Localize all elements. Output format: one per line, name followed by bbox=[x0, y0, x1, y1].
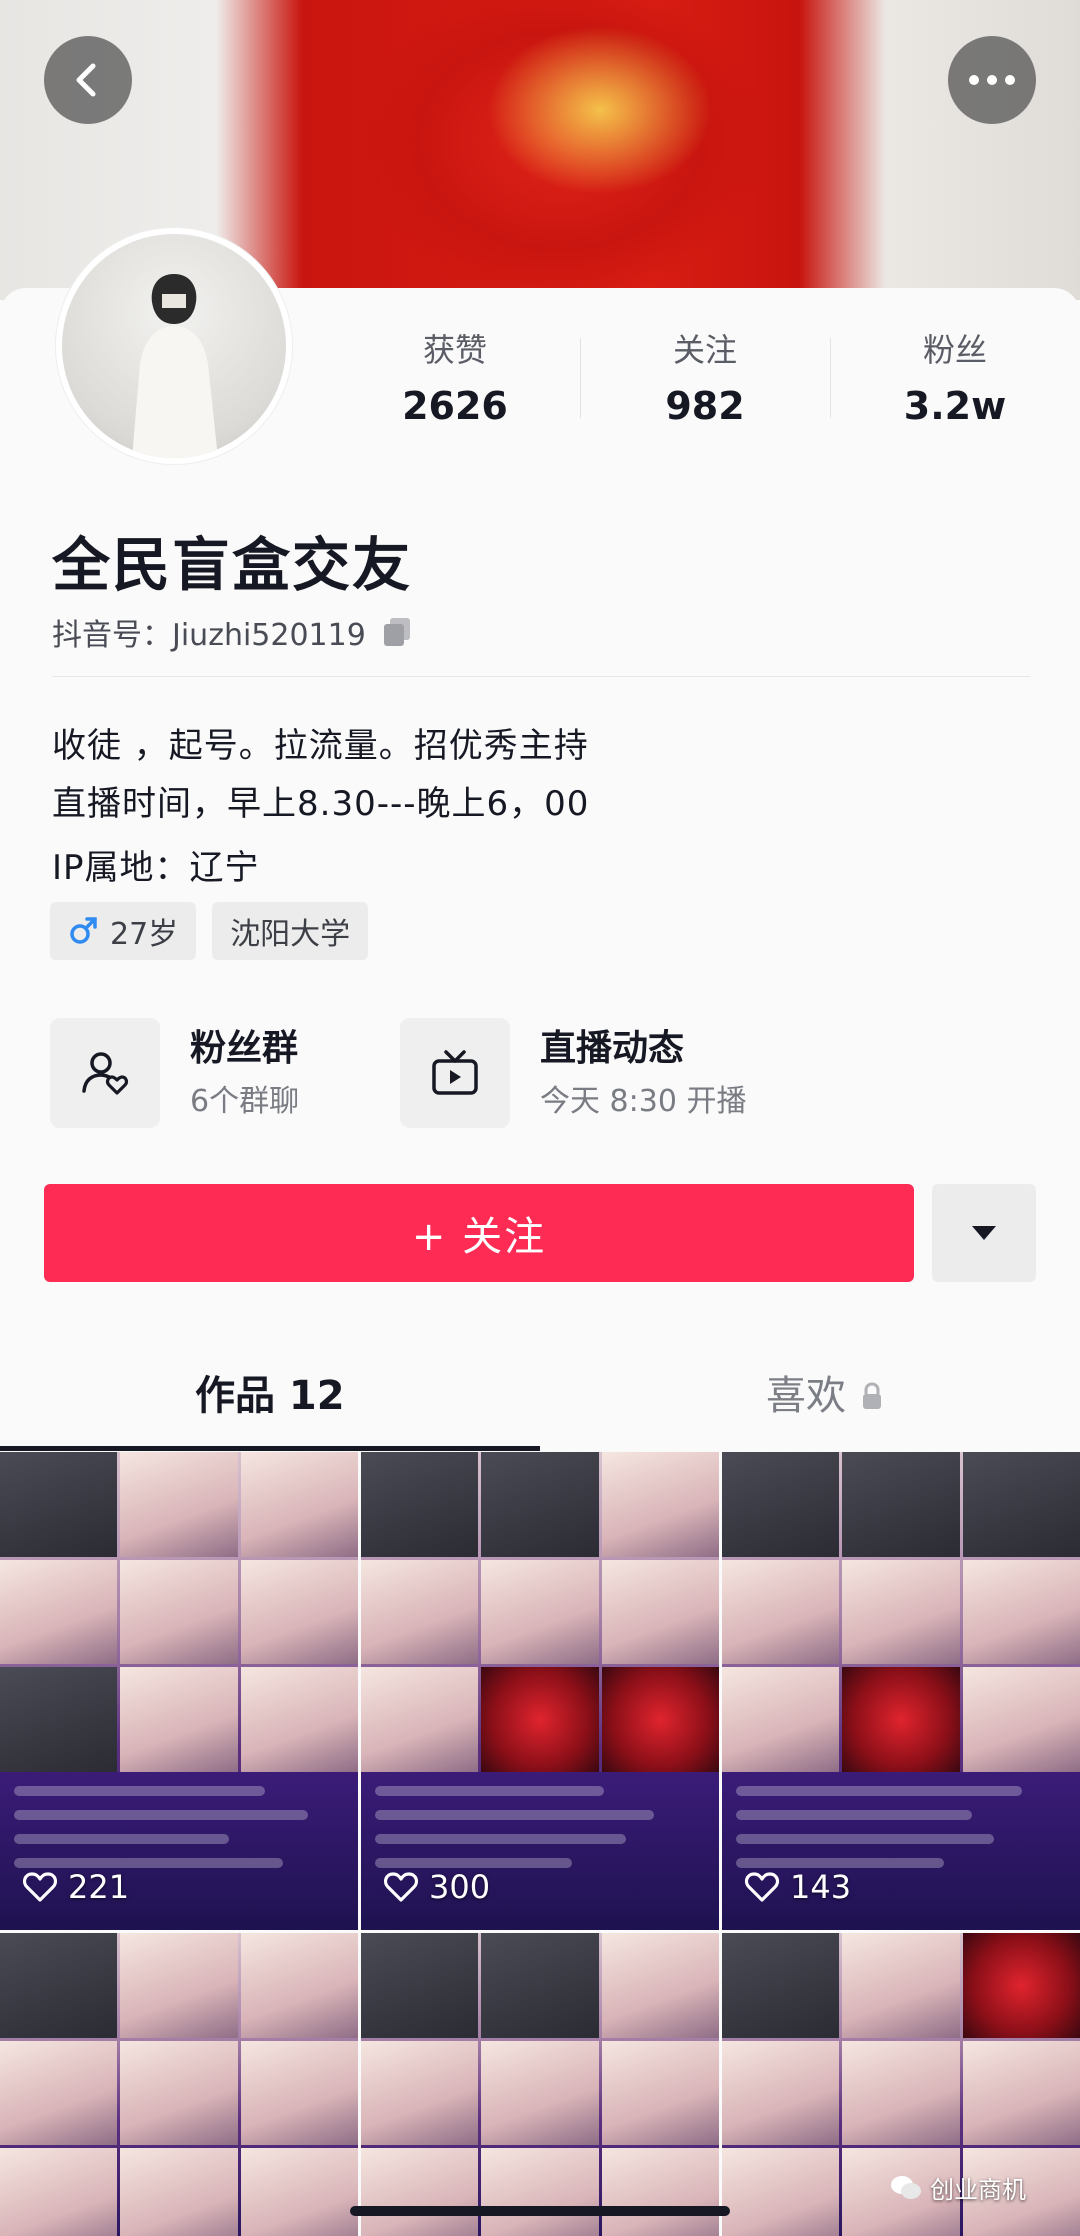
home-indicator[interactable] bbox=[350, 2206, 730, 2216]
like-count-value: 221 bbox=[68, 1868, 130, 1906]
fans-group-title: 粉丝群 bbox=[190, 1028, 299, 1069]
video-tile[interactable] bbox=[361, 1933, 719, 2236]
like-count: 300 bbox=[383, 1868, 490, 1906]
school-text: 沈阳大学 bbox=[230, 917, 351, 952]
stat-value: 3.2w bbox=[903, 384, 1007, 428]
live-title: 直播动态 bbox=[540, 1028, 685, 1069]
fans-group-entry[interactable]: 粉丝群 6个群聊 bbox=[50, 1018, 299, 1128]
live-icon-box bbox=[400, 1018, 510, 1128]
stat-followers[interactable]: 粉丝 3.2w bbox=[830, 328, 1080, 436]
watermark: 创业商机 bbox=[890, 2170, 1026, 2205]
video-tile[interactable]: 143 bbox=[722, 1452, 1080, 1930]
more-button[interactable] bbox=[948, 36, 1036, 124]
stat-label: 粉丝 bbox=[922, 331, 987, 369]
like-count-value: 300 bbox=[429, 1868, 491, 1906]
tab-works[interactable]: 作品 12 bbox=[195, 1360, 345, 1432]
male-icon bbox=[70, 917, 97, 944]
tab-likes-label: 喜欢 bbox=[766, 1373, 846, 1419]
heart-icon bbox=[383, 1872, 419, 1902]
video-tile[interactable]: 300 bbox=[361, 1452, 719, 1930]
stat-value: 982 bbox=[665, 384, 745, 428]
group-heart-icon bbox=[82, 1052, 129, 1095]
fans-group-icon-box bbox=[50, 1018, 160, 1128]
more-dots-icon bbox=[969, 75, 1015, 85]
stat-following[interactable]: 关注 982 bbox=[580, 328, 830, 436]
follow-options-button[interactable] bbox=[932, 1184, 1036, 1282]
video-tile[interactable]: 221 bbox=[0, 1452, 358, 1930]
like-count: 221 bbox=[22, 1868, 129, 1906]
triangle-down-icon bbox=[972, 1226, 996, 1240]
like-count-value: 143 bbox=[790, 1868, 852, 1906]
stats-row: 获赞 2626 关注 982 粉丝 3.2w bbox=[330, 328, 1080, 436]
content-tabs: 作品 12 喜欢 bbox=[0, 1360, 1080, 1451]
avatar-photo bbox=[132, 274, 218, 458]
stat-label: 关注 bbox=[672, 331, 737, 369]
age-text: 27岁 bbox=[110, 917, 179, 952]
profile-name: 全民盲盒交友 bbox=[52, 531, 413, 599]
bio-line: 收徒 ，起号。拉流量。招优秀主持 bbox=[52, 726, 589, 766]
wechat-icon bbox=[891, 2175, 921, 2199]
live-sub: 今天 8:30 开播 bbox=[540, 1084, 747, 1119]
like-count: 143 bbox=[744, 1868, 851, 1906]
back-button[interactable] bbox=[44, 36, 132, 124]
profile-uid: 抖音号：Jiuzhi520119 bbox=[52, 610, 414, 654]
video-tile[interactable] bbox=[0, 1933, 358, 2236]
tv-icon bbox=[432, 1050, 478, 1095]
copy-icon[interactable] bbox=[380, 615, 414, 649]
live-entry[interactable]: 直播动态 今天 8:30 开播 bbox=[400, 1018, 746, 1128]
heart-icon bbox=[22, 1872, 58, 1902]
profile-tags: 27岁 沈阳大学 bbox=[50, 902, 369, 960]
stat-label: 获赞 bbox=[422, 331, 487, 369]
age-tag: 27岁 bbox=[50, 902, 197, 960]
follow-button[interactable]: + 关注 bbox=[44, 1184, 914, 1282]
stat-value: 2626 bbox=[402, 384, 508, 428]
watermark-text: 创业商机 bbox=[930, 2176, 1026, 2204]
chevron-left-icon bbox=[76, 63, 96, 97]
tab-underline bbox=[0, 1446, 540, 1451]
ip-location: IP属地：辽宁 bbox=[52, 848, 260, 888]
school-tag[interactable]: 沈阳大学 bbox=[212, 902, 369, 960]
avatar[interactable] bbox=[56, 228, 292, 464]
heart-icon bbox=[744, 1872, 780, 1902]
fans-group-sub: 6个群聊 bbox=[190, 1084, 300, 1119]
uid-text: 抖音号：Jiuzhi520119 bbox=[52, 618, 366, 653]
tab-likes[interactable]: 喜欢 bbox=[766, 1360, 884, 1432]
lock-icon bbox=[863, 1382, 881, 1409]
divider bbox=[52, 676, 1030, 677]
bio-line: 直播时间，早上8.30---晚上6，00 bbox=[52, 784, 590, 824]
stat-likes[interactable]: 获赞 2626 bbox=[330, 328, 580, 436]
